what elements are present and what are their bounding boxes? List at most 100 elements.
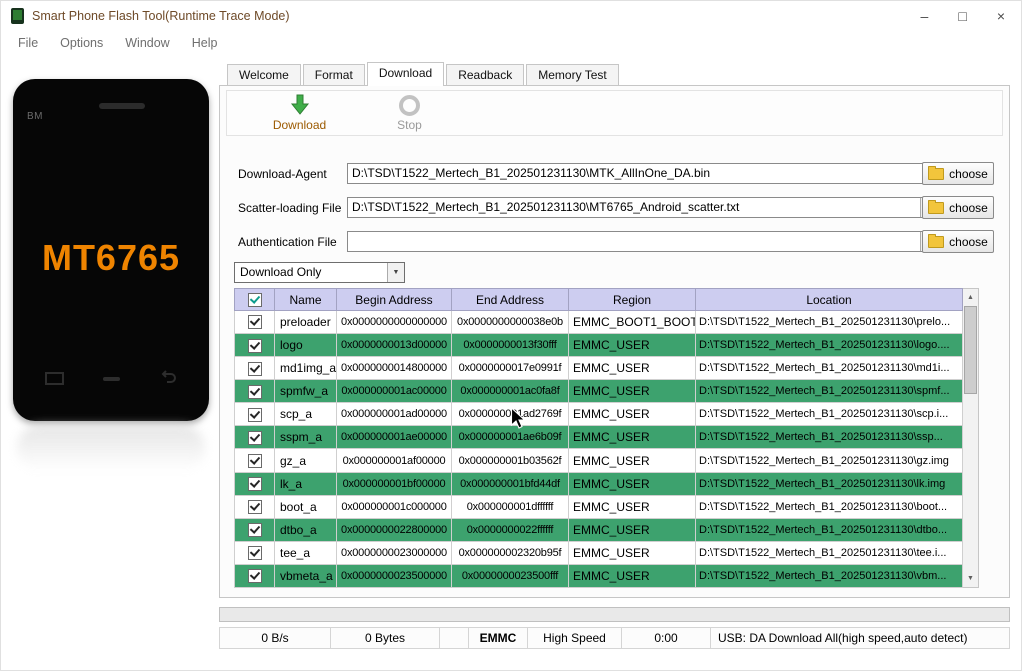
table-row[interactable]: md1img_a 0x0000000014800000 0x0000000017…	[234, 356, 963, 381]
table-row[interactable]: dtbo_a 0x0000000022800000 0x0000000022ff…	[234, 517, 963, 542]
row-checkbox[interactable]	[247, 430, 262, 445]
status-bytes: 0 Bytes	[330, 627, 440, 649]
cell-name: tee_a	[274, 540, 337, 565]
scatter-file-label: Scatter-loading File	[238, 201, 342, 215]
cell-begin-address: 0x000000001ad00000	[336, 402, 452, 427]
scatter-file-field[interactable]: D:\TSD\T1522_Mertech_B1_202501231130\MT6…	[347, 197, 938, 218]
tab[interactable]: Download	[366, 62, 445, 86]
row-checkbox[interactable]	[247, 315, 262, 330]
auth-file-choose-button[interactable]: choose	[922, 230, 994, 253]
maximize-button[interactable]: □	[958, 9, 966, 23]
cell-end-address: 0x000000001b03562f	[451, 448, 569, 473]
cell-location: D:\TSD\T1522_Mertech_B1_202501231130\dtb…	[695, 517, 963, 542]
auth-file-row: Authentication File ▼ choose	[238, 230, 996, 254]
cell-end-address: 0x000000001ac0fa8f	[451, 379, 569, 404]
auth-file-field[interactable]: ▼	[347, 231, 938, 252]
close-button[interactable]: ×	[997, 9, 1005, 23]
cell-name: sspm_a	[274, 425, 337, 450]
select-all-checkbox[interactable]	[247, 292, 262, 307]
download-button-label: Download	[272, 118, 327, 132]
status-usb-mode: USB: DA Download All(high speed,auto det…	[710, 627, 1010, 649]
download-agent-label: Download-Agent	[238, 167, 327, 181]
partition-table: Name Begin Address End Address Region Lo…	[234, 288, 979, 589]
row-checkbox[interactable]	[247, 453, 262, 468]
table-row[interactable]: lk_a 0x000000001bf00000 0x000000001bfd44…	[234, 471, 963, 496]
menu-item[interactable]: Options	[49, 36, 114, 50]
cell-end-address: 0x0000000000038e0b	[451, 309, 569, 335]
choose-button-label: choose	[949, 200, 988, 215]
cell-begin-address: 0x0000000022800000	[336, 517, 452, 542]
menu-item[interactable]: Window	[114, 36, 180, 50]
minimize-button[interactable]: –	[921, 9, 929, 23]
row-checkbox[interactable]	[247, 477, 262, 491]
cell-region: EMMC_USER	[568, 379, 696, 404]
column-header-end-address: End Address	[451, 288, 569, 311]
chipset-label: MT6765	[41, 237, 181, 278]
cell-location: D:\TSD\T1522_Mertech_B1_202501231130\pre…	[695, 309, 963, 335]
scrollbar-thumb[interactable]	[964, 306, 977, 394]
row-checkbox[interactable]	[247, 407, 262, 422]
tab[interactable]: Welcome	[227, 64, 301, 85]
scroll-down-icon[interactable]: ▼	[963, 571, 978, 586]
menu-bar: File Options Window Help	[1, 31, 1021, 55]
row-checkbox[interactable]	[247, 523, 262, 538]
cell-end-address: 0x0000000017e0991f	[451, 356, 569, 381]
tab-bar: Welcome Format Download Readback Memory …	[227, 62, 621, 86]
stop-button-label: Stop	[397, 118, 422, 132]
row-checkbox[interactable]	[247, 384, 262, 399]
tab[interactable]: Memory Test	[526, 64, 619, 85]
row-checkbox[interactable]	[247, 569, 262, 584]
status-spacer	[439, 627, 469, 649]
row-checkbox[interactable]	[247, 361, 262, 376]
tab[interactable]: Readback	[446, 64, 525, 85]
chevron-down-icon[interactable]: ▼	[387, 263, 404, 282]
auth-file-label: Authentication File	[238, 235, 337, 249]
table-scrollbar[interactable]: ▲ ▼	[963, 288, 979, 588]
status-link-speed: High Speed	[527, 627, 622, 649]
progress-bar	[219, 607, 1010, 622]
tab[interactable]: Format	[302, 64, 365, 85]
phone-reflection	[17, 425, 205, 471]
row-checkbox[interactable]	[247, 500, 262, 515]
table-row[interactable]: vbmeta_a 0x0000000023500000 0x0000000023…	[234, 563, 963, 589]
scroll-up-icon[interactable]: ▲	[963, 290, 978, 305]
status-storage: EMMC	[468, 627, 528, 649]
phone-illustration: BM MT6765	[13, 79, 209, 421]
cell-name: vbmeta_a	[274, 563, 337, 589]
table-row[interactable]: sspm_a 0x000000001ae00000 0x000000001ae6…	[234, 425, 963, 450]
table-row[interactable]: tee_a 0x0000000023000000 0x000000002320b…	[234, 540, 963, 565]
table-row[interactable]: gz_a 0x000000001af00000 0x000000001b0356…	[234, 448, 963, 473]
column-header-region: Region	[568, 288, 696, 311]
download-agent-choose-button[interactable]: choose	[922, 162, 994, 185]
menu-item[interactable]: File	[7, 36, 49, 50]
download-mode-select[interactable]: Download Only ▼	[234, 262, 405, 283]
cell-region: EMMC_USER	[568, 563, 696, 589]
cell-end-address: 0x0000000022ffffff	[451, 517, 569, 542]
cell-name: spmfw_a	[274, 379, 337, 404]
cell-region: EMMC_BOOT1_BOOT2	[568, 309, 696, 335]
table-row[interactable]: boot_a 0x000000001c000000 0x000000001dff…	[234, 494, 963, 519]
table-row[interactable]: preloader 0x0000000000000000 0x000000000…	[234, 309, 963, 335]
cell-begin-address: 0x000000001ac00000	[336, 379, 452, 404]
cell-region: EMMC_USER	[568, 402, 696, 427]
cell-location: D:\TSD\T1522_Mertech_B1_202501231130\log…	[695, 333, 963, 358]
cell-region: EMMC_USER	[568, 540, 696, 565]
stop-button[interactable]: Stop	[372, 94, 447, 132]
download-agent-field[interactable]: D:\TSD\T1522_Mertech_B1_202501231130\MTK…	[347, 163, 924, 184]
row-checkbox[interactable]	[247, 546, 262, 561]
table-row[interactable]: logo 0x0000000013d00000 0x0000000013f30f…	[234, 333, 963, 358]
table-row[interactable]: spmfw_a 0x000000001ac00000 0x000000001ac…	[234, 379, 963, 404]
row-checkbox[interactable]	[247, 338, 262, 353]
menu-item[interactable]: Help	[181, 36, 229, 50]
scatter-file-choose-button[interactable]: choose	[922, 196, 994, 219]
table-row[interactable]: scp_a 0x000000001ad00000 0x000000001ad27…	[234, 402, 963, 427]
phone-speaker	[99, 103, 145, 109]
cell-region: EMMC_USER	[568, 425, 696, 450]
cell-begin-address: 0x000000001c000000	[336, 494, 452, 519]
cell-location: D:\TSD\T1522_Mertech_B1_202501231130\spm…	[695, 379, 963, 404]
cell-region: EMMC_USER	[568, 471, 696, 496]
select-all-cell[interactable]	[234, 288, 275, 311]
title-bar: Smart Phone Flash Tool(Runtime Trace Mod…	[1, 1, 1021, 31]
download-button[interactable]: Download	[262, 94, 337, 132]
cell-name: lk_a	[274, 471, 337, 496]
